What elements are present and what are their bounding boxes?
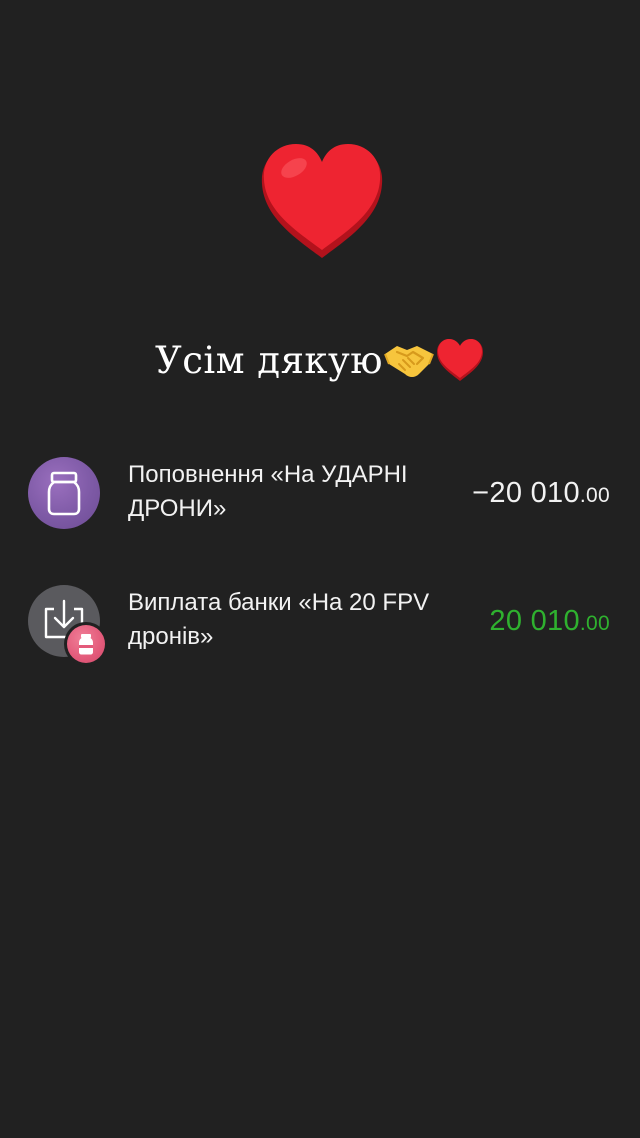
handshake-icon <box>384 346 434 377</box>
jar-icon <box>47 471 81 516</box>
jar-badge <box>64 622 108 666</box>
amount-main: −20 010 <box>472 477 580 509</box>
amount-main: 20 010 <box>489 605 580 637</box>
caption-text: Усім дякую <box>154 338 384 382</box>
transaction-title: Поповнення «На УДАРНІ ДРОНИ» <box>128 461 408 522</box>
red-heart-small-icon <box>437 339 484 381</box>
red-heart-icon <box>261 144 383 258</box>
transaction-avatar <box>28 457 100 529</box>
transaction-row[interactable]: Поповнення «На УДАРНІ ДРОНИ» −20 010.00 <box>0 440 640 568</box>
transaction-amount: 20 010.00 <box>489 604 610 641</box>
amount-cents: .00 <box>579 612 610 635</box>
amount-cents: .00 <box>579 484 610 507</box>
transaction-title: Виплата банки «На 20 FPV дронів» <box>128 589 430 650</box>
transaction-amount: −20 010.00 <box>472 476 610 513</box>
caption: Усім дякую <box>0 330 640 390</box>
jar-icon <box>79 634 93 655</box>
